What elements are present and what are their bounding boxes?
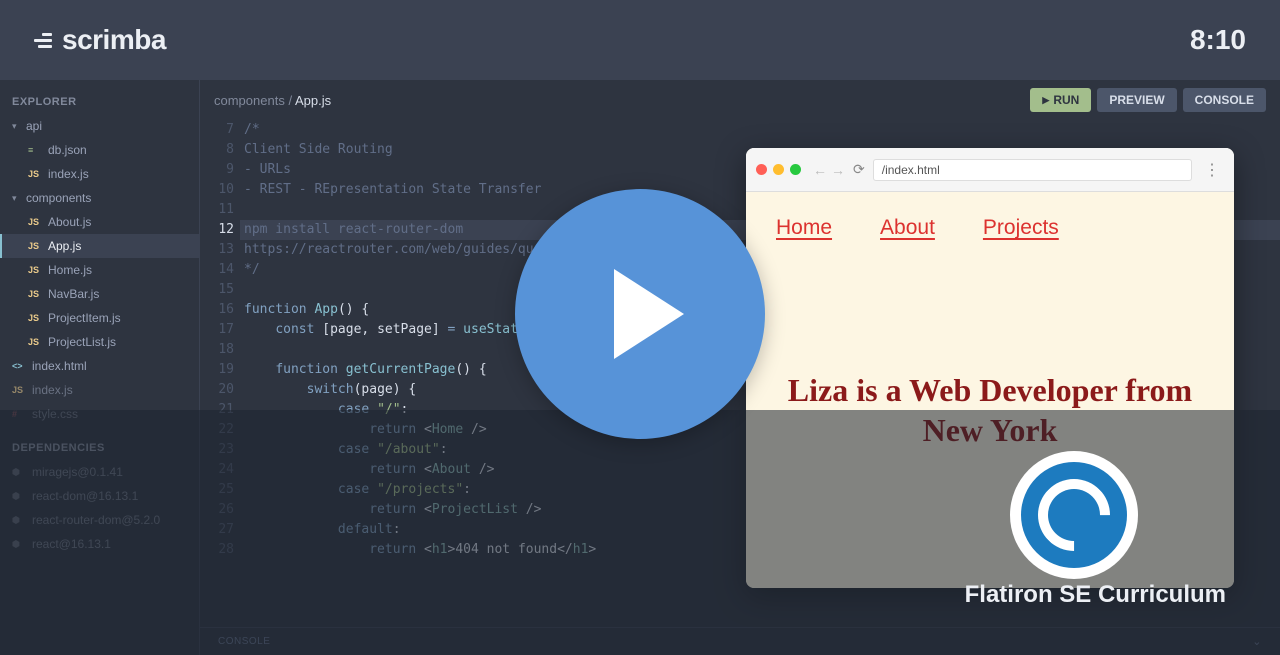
console-button[interactable]: CONSOLE: [1183, 88, 1266, 112]
preview-body: Home About Projects Liza is a Web Develo…: [746, 192, 1234, 588]
console-bar[interactable]: CONSOLE ⌄: [200, 627, 1280, 655]
file-label: Home.js: [48, 263, 92, 277]
dep-label: react-router-dom@5.2.0: [32, 513, 160, 527]
preview-window[interactable]: ← → ⟳ /index.html ⋮ Home About Projects …: [746, 148, 1234, 588]
folder-components[interactable]: ▾ components: [0, 186, 199, 210]
logo-mark-icon: [34, 33, 52, 48]
file-home-js[interactable]: JS Home.js: [0, 258, 199, 282]
file-label: About.js: [48, 215, 91, 229]
browser-chrome: ← → ⟳ /index.html ⋮: [746, 148, 1234, 192]
kebab-menu-icon[interactable]: ⋮: [1200, 160, 1224, 180]
file-label: ProjectItem.js: [48, 311, 121, 325]
author-name: Flatiron SE Curriculum: [965, 581, 1226, 609]
line-gutter: 7891011121314151617181920212223242526272…: [200, 120, 244, 627]
file-label: App.js: [48, 239, 81, 253]
back-icon[interactable]: ←: [813, 162, 827, 178]
video-timer: 8:10: [1190, 24, 1246, 56]
js-file-icon: JS: [28, 289, 42, 299]
js-file-icon: JS: [28, 241, 42, 251]
file-navbar-js[interactable]: JS NavBar.js: [0, 282, 199, 306]
breadcrumb: components / App.js: [214, 93, 331, 108]
breadcrumb-folder: components: [214, 93, 285, 108]
chevron-down-icon: ▾: [12, 193, 20, 204]
preview-hero-text: Liza is a Web Developer from New York: [776, 370, 1204, 450]
js-file-icon: JS: [28, 337, 42, 347]
dep-react-router-dom[interactable]: ⬢ react-router-dom@5.2.0: [0, 508, 199, 532]
minimize-icon[interactable]: [773, 164, 784, 175]
url-text: /index.html: [882, 163, 940, 177]
dep-label: react-dom@16.13.1: [32, 489, 138, 503]
avatar-icon: [1021, 462, 1127, 568]
package-icon: ⬢: [12, 515, 26, 526]
nav-link-about[interactable]: About: [880, 216, 935, 240]
url-bar[interactable]: /index.html: [873, 159, 1192, 181]
file-label: ProjectList.js: [48, 335, 116, 349]
js-file-icon: JS: [28, 169, 42, 179]
breadcrumb-file: App.js: [295, 93, 331, 108]
folder-label: api: [26, 119, 42, 133]
traffic-lights: [756, 164, 801, 175]
file-label: index.js: [48, 167, 89, 181]
chevron-down-icon: ▾: [12, 121, 20, 132]
forward-icon[interactable]: →: [831, 162, 845, 178]
nav-arrows: ← →: [813, 162, 845, 178]
dep-react-dom[interactable]: ⬢ react-dom@16.13.1: [0, 484, 199, 508]
file-label: NavBar.js: [48, 287, 99, 301]
file-root-index-js[interactable]: JS index.js: [0, 378, 199, 402]
explorer-heading: EXPLORER: [0, 90, 199, 114]
play-icon: [614, 269, 684, 359]
app-header: scrimba 8:10: [0, 0, 1280, 80]
run-button[interactable]: RUN: [1030, 88, 1091, 112]
folder-api[interactable]: ▾ api: [0, 114, 199, 138]
file-label: db.json: [48, 143, 87, 157]
dependencies-heading: DEPENDENCIES: [0, 436, 199, 460]
js-file-icon: JS: [28, 313, 42, 323]
preview-nav: Home About Projects: [776, 216, 1204, 240]
play-button[interactable]: [515, 189, 765, 439]
file-about-js[interactable]: JS About.js: [0, 210, 199, 234]
dep-react[interactable]: ⬢ react@16.13.1: [0, 532, 199, 556]
preview-button[interactable]: PREVIEW: [1097, 88, 1176, 112]
js-file-icon: JS: [12, 385, 26, 395]
nav-link-home[interactable]: Home: [776, 216, 832, 240]
css-file-icon: #: [12, 409, 26, 419]
package-icon: ⬢: [12, 539, 26, 550]
chevron-down-icon: ⌄: [1252, 635, 1262, 648]
file-db-json[interactable]: ≡ db.json: [0, 138, 199, 162]
author-avatar[interactable]: [1010, 451, 1138, 579]
package-icon: ⬢: [12, 467, 26, 478]
topbar-buttons: RUN PREVIEW CONSOLE: [1030, 88, 1266, 112]
file-label: style.css: [32, 407, 78, 421]
close-icon[interactable]: [756, 164, 767, 175]
js-file-icon: JS: [28, 265, 42, 275]
file-app-js[interactable]: JS App.js: [0, 234, 199, 258]
json-file-icon: ≡: [28, 145, 42, 155]
dep-label: miragejs@0.1.41: [32, 465, 123, 479]
brand-name: scrimba: [62, 24, 166, 56]
dep-miragejs[interactable]: ⬢ miragejs@0.1.41: [0, 460, 199, 484]
js-file-icon: JS: [28, 217, 42, 227]
refresh-icon[interactable]: ⟳: [853, 161, 865, 178]
console-label: CONSOLE: [218, 636, 270, 647]
html-file-icon: <>: [12, 361, 26, 371]
brand-logo[interactable]: scrimba: [34, 24, 166, 56]
nav-link-projects[interactable]: Projects: [983, 216, 1059, 240]
file-index-html[interactable]: <> index.html: [0, 354, 199, 378]
package-icon: ⬢: [12, 491, 26, 502]
file-projectlist-js[interactable]: JS ProjectList.js: [0, 330, 199, 354]
file-label: index.html: [32, 359, 87, 373]
file-projectitem-js[interactable]: JS ProjectItem.js: [0, 306, 199, 330]
folder-label: components: [26, 191, 91, 205]
file-style-css[interactable]: # style.css: [0, 402, 199, 426]
sidebar: EXPLORER ▾ api ≡ db.json JS index.js ▾ c…: [0, 80, 200, 655]
editor-topbar: components / App.js RUN PREVIEW CONSOLE: [200, 80, 1280, 120]
file-label: index.js: [32, 383, 73, 397]
dep-label: react@16.13.1: [32, 537, 111, 551]
file-api-index-js[interactable]: JS index.js: [0, 162, 199, 186]
maximize-icon[interactable]: [790, 164, 801, 175]
